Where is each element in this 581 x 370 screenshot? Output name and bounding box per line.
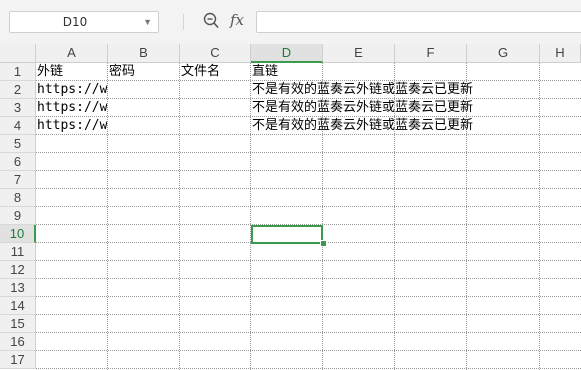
column-header-h[interactable]: H: [540, 44, 581, 63]
name-box-value: D10: [62, 15, 88, 29]
row-header-1[interactable]: 1: [0, 63, 36, 81]
formula-bar: D10 ▼ fx: [0, 0, 581, 44]
row-header-14[interactable]: 14: [0, 297, 36, 315]
column-header-f[interactable]: F: [395, 44, 467, 63]
row-header-5[interactable]: 5: [0, 135, 36, 153]
row-header-4[interactable]: 4: [0, 117, 36, 135]
cell-d3[interactable]: 不是有效的蓝奏云外链或蓝奏云已更新: [251, 99, 473, 117]
row-header-10[interactable]: 10: [0, 225, 36, 243]
name-box[interactable]: D10 ▼: [9, 11, 159, 33]
column-header-a[interactable]: A: [36, 44, 108, 63]
cell-d2[interactable]: 不是有效的蓝奏云外链或蓝奏云已更新: [251, 81, 473, 99]
cell-a1[interactable]: 外链: [36, 63, 107, 81]
gridline-row: [36, 332, 581, 333]
gridline-row: [36, 368, 581, 369]
gridline-column: [539, 63, 540, 370]
chevron-down-icon[interactable]: ▼: [143, 17, 152, 27]
row-header-15[interactable]: 15: [0, 315, 36, 333]
gridline-row: [36, 260, 581, 261]
cell-d4[interactable]: 不是有效的蓝奏云外链或蓝奏云已更新: [251, 117, 473, 135]
column-header-b[interactable]: B: [108, 44, 180, 63]
row-header-17[interactable]: 17: [0, 351, 36, 369]
zoom-search-icon[interactable]: [203, 12, 219, 30]
cell-c1[interactable]: 文件名: [180, 63, 250, 81]
cell-a2[interactable]: https://w: [36, 81, 107, 99]
gridline-column: [179, 63, 180, 370]
column-header-e[interactable]: E: [323, 44, 395, 63]
column-header-c[interactable]: C: [180, 44, 251, 63]
row-header-16[interactable]: 16: [0, 333, 36, 351]
row-header-8[interactable]: 8: [0, 189, 36, 207]
cell-b1[interactable]: 密码: [108, 63, 179, 81]
cell-a3[interactable]: https://w: [36, 99, 107, 117]
cell-d1[interactable]: 直链: [251, 63, 322, 81]
select-all-corner[interactable]: [0, 44, 36, 63]
gridline-row: [36, 152, 581, 153]
row-header-2[interactable]: 2: [0, 81, 36, 99]
gridline-row: [36, 188, 581, 189]
column-header-g[interactable]: G: [467, 44, 540, 63]
gridline-row: [36, 170, 581, 171]
toolbar-divider: [183, 14, 184, 30]
row-header-11[interactable]: 11: [0, 243, 36, 261]
row-header-3[interactable]: 3: [0, 99, 36, 117]
selected-cell-d10[interactable]: [251, 225, 323, 244]
row-header-12[interactable]: 12: [0, 261, 36, 279]
formula-input[interactable]: [256, 11, 581, 33]
gridline-row: [36, 206, 581, 207]
fill-handle[interactable]: [320, 240, 327, 247]
cell-a4[interactable]: https://w: [36, 117, 107, 135]
fx-icon[interactable]: fx: [230, 11, 244, 29]
gridline-row: [36, 314, 581, 315]
row-header-7[interactable]: 7: [0, 171, 36, 189]
row-header-13[interactable]: 13: [0, 279, 36, 297]
gridline-row: [36, 278, 581, 279]
row-header-6[interactable]: 6: [0, 153, 36, 171]
row-header-9[interactable]: 9: [0, 207, 36, 225]
gridline-row: [36, 350, 581, 351]
gridline-row: [36, 296, 581, 297]
gridline-column: [107, 63, 108, 370]
column-header-d[interactable]: D: [251, 44, 323, 63]
